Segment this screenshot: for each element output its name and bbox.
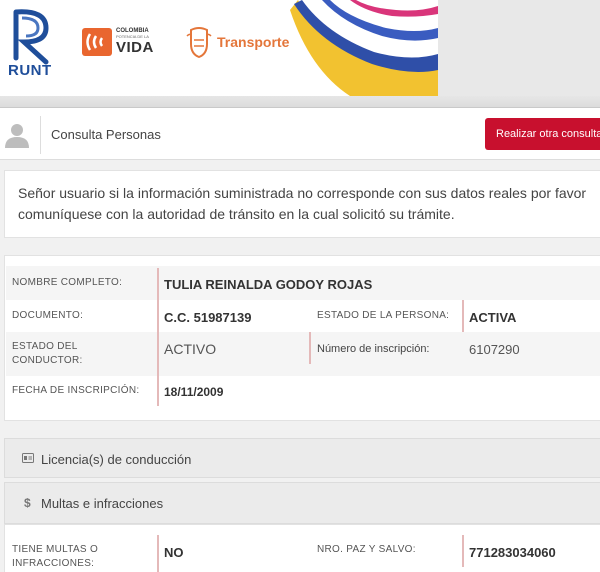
new-query-button[interactable]: Realizar otra consulta: [485, 118, 600, 150]
fecha-label: FECHA DE INSCRIPCIÓN:: [12, 385, 140, 396]
row-separator: [462, 300, 464, 332]
documento-value: C.C. 51987139: [164, 310, 252, 325]
dollar-icon: $: [24, 496, 31, 510]
paz-salvo-label: NRO. PAZ Y SALVO:: [317, 544, 416, 555]
row-nombre: NOMBRE COMPLETO: TULIA REINALDA GODOY RO…: [6, 266, 600, 300]
row-multas: TIENE MULTAS O INFRACCIONES: NO NRO. PAZ…: [6, 535, 600, 572]
row-fecha: FECHA DE INSCRIPCIÓN: 18/11/2009: [6, 376, 600, 406]
documento-label: DOCUMENTO:: [12, 310, 84, 321]
row-separator: [157, 268, 159, 300]
row-separator: [157, 376, 159, 406]
licencias-section-header[interactable]: Licencia(s) de conducción: [4, 438, 600, 478]
colombia-vida-icon: [82, 28, 112, 56]
colombia-vida-logo: COLOMBIA POTENCIA DE LA VIDA: [116, 28, 154, 55]
page-title: Consulta Personas: [51, 127, 161, 142]
page-header: Consulta Personas Realizar otra consulta: [0, 108, 600, 160]
estado-conductor-value: ACTIVO: [164, 341, 217, 357]
id-card-icon: [22, 453, 34, 463]
vida-text: VIDA: [116, 39, 154, 56]
fecha-value: 18/11/2009: [164, 385, 224, 399]
nombre-label: NOMBRE COMPLETO:: [12, 277, 123, 288]
tiene-multas-label-line1: TIENE MULTAS O: [12, 544, 99, 555]
row-separator: [309, 332, 311, 364]
tiene-multas-label-line2: INFRACCIONES:: [12, 558, 95, 569]
notice-line-1: Señor usuario si la información suminist…: [18, 185, 587, 201]
row-separator: [157, 332, 159, 376]
runt-logo-text: RUNT: [8, 62, 52, 79]
coat-of-arms-icon: [186, 27, 212, 58]
tiene-multas-label: TIENE MULTAS O INFRACCIONES:: [12, 543, 98, 571]
flag-waves-graphic: [290, 0, 438, 96]
paz-salvo-value: 771283034060: [469, 545, 556, 560]
row-separator: [157, 535, 159, 572]
user-icon: [5, 124, 29, 148]
row-estado-conductor: ESTADO DEL CONDUCTOR: ACTIVO Número de i…: [6, 332, 600, 376]
tiene-multas-value: NO: [164, 545, 184, 560]
transporte-logo-text: Transporte: [217, 34, 290, 50]
estado-conductor-label: ESTADO DEL CONDUCTOR:: [12, 340, 83, 368]
top-banner: RUNT COLOMBIA POTENCIA DE LA VIDA Transp…: [0, 0, 438, 96]
inscripcion-num-label: Número de inscripción:: [317, 343, 430, 355]
nombre-value: TULIA REINALDA GODOY ROJAS: [164, 277, 373, 292]
row-separator: [157, 300, 159, 332]
info-notice: Señor usuario si la información suminist…: [4, 170, 600, 238]
notice-line-2: comuníquese con la autoridad de tránsito…: [18, 206, 455, 222]
banner-divider: [0, 96, 600, 108]
row-separator: [462, 535, 464, 567]
estado-conductor-label-line1: ESTADO DEL: [12, 341, 78, 352]
person-data-panel: NOMBRE COMPLETO: TULIA REINALDA GODOY RO…: [4, 255, 600, 421]
estado-persona-value: ACTIVA: [469, 310, 517, 325]
header-separator: [40, 116, 41, 154]
multas-section-header[interactable]: $ Multas e infracciones: [4, 482, 600, 524]
estado-conductor-label-line2: CONDUCTOR:: [12, 355, 83, 366]
estado-persona-label: ESTADO DE LA PERSONA:: [317, 310, 450, 321]
multas-data-panel: TIENE MULTAS O INFRACCIONES: NO NRO. PAZ…: [4, 524, 600, 572]
banner-background: [438, 0, 600, 96]
inscripcion-num-value: 6107290: [469, 342, 520, 357]
multas-title: Multas e infracciones: [41, 496, 164, 511]
licencias-title: Licencia(s) de conducción: [41, 452, 192, 467]
row-documento: DOCUMENTO: C.C. 51987139 ESTADO DE LA PE…: [6, 300, 600, 332]
